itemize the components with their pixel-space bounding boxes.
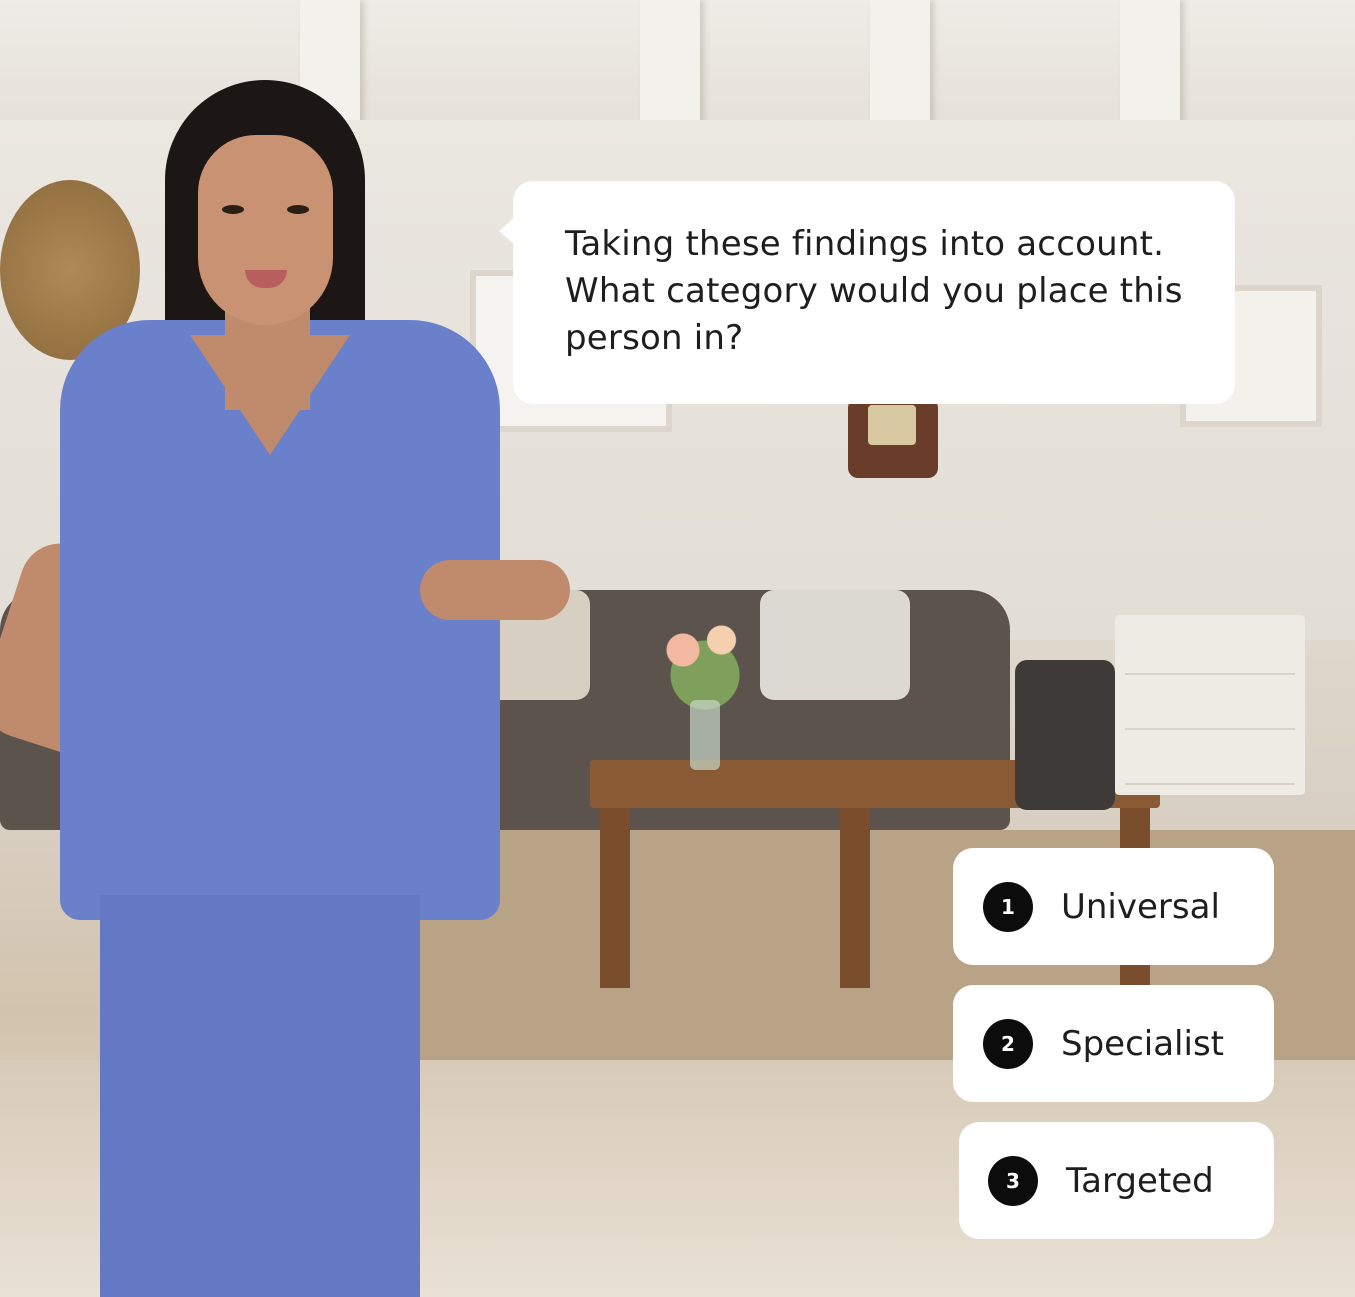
option-specialist-button[interactable]: 2 Specialist: [953, 985, 1274, 1102]
sofa-cushion: [760, 590, 910, 700]
option-label: Specialist: [1061, 1023, 1224, 1064]
speech-bubble: Taking these findings into account. What…: [499, 181, 1235, 404]
room-barrel: [1015, 660, 1115, 810]
coffee-table-leg: [840, 808, 870, 988]
dresser-drawer: [1125, 625, 1295, 675]
flower-bouquet: [650, 610, 760, 710]
ceiling-beam: [1120, 0, 1180, 130]
option-universal-button[interactable]: 1 Universal: [953, 848, 1274, 965]
nurse-character: [0, 80, 600, 1297]
option-label: Universal: [1061, 886, 1220, 927]
option-targeted-button[interactable]: 3 Targeted: [959, 1122, 1274, 1239]
coffee-table-leg: [600, 808, 630, 988]
wall-clock-face: [868, 405, 916, 445]
dresser-drawer: [1125, 735, 1295, 785]
ceiling-beam: [870, 0, 930, 130]
option-number-badge: 2: [983, 1018, 1033, 1069]
character-eye: [222, 205, 244, 214]
flower-vase: [690, 700, 720, 770]
character-face: [198, 135, 333, 325]
scene-background: Taking these findings into account. What…: [0, 0, 1355, 1297]
character-scrubs-pants: [100, 895, 420, 1297]
ceiling-beam: [640, 0, 700, 130]
option-label: Targeted: [1066, 1160, 1214, 1201]
character-right-hand: [420, 560, 570, 620]
character-vneck: [190, 335, 350, 455]
option-number-badge: 1: [983, 881, 1033, 932]
dresser-drawer: [1125, 680, 1295, 730]
speech-text: Taking these findings into account. What…: [565, 224, 1183, 358]
character-eye: [287, 205, 309, 214]
option-number-badge: 3: [988, 1155, 1038, 1206]
